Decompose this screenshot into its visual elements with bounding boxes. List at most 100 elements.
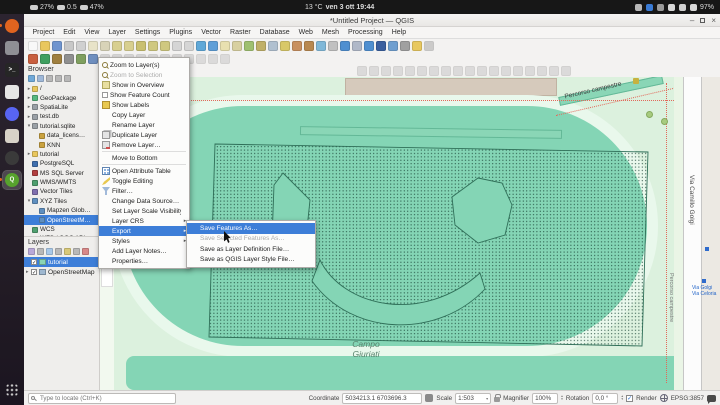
context-menu-item[interactable]: Show in Overview [99, 80, 189, 90]
qgis-icon[interactable]: Q [3, 171, 21, 189]
context-menu-item[interactable]: Change Data Source… [99, 196, 189, 206]
menu-processing[interactable]: Processing [344, 27, 388, 39]
extent-toggle-icon[interactable] [425, 394, 433, 402]
deselect-features-icon[interactable] [232, 41, 242, 51]
magnifier-spinner[interactable]: ▴▾ [561, 395, 563, 402]
measure-angle-icon[interactable] [400, 41, 410, 51]
minimize-icon[interactable]: – [690, 14, 694, 27]
zoom-next-icon[interactable] [184, 41, 194, 51]
pin-labels-icon[interactable] [381, 66, 391, 76]
new-shapefile-layer-icon[interactable] [52, 54, 62, 64]
context-menu-item[interactable]: Export ▸ [99, 226, 189, 236]
label-toolbar-extra-5-icon[interactable] [561, 66, 571, 76]
undo-icon[interactable] [208, 54, 218, 64]
battery-icon[interactable] [690, 4, 697, 11]
pan-to-selection-icon[interactable] [100, 41, 110, 51]
temporal-controller-icon[interactable] [316, 41, 326, 51]
show-apps-icon[interactable] [3, 381, 21, 399]
submenu-item[interactable]: Save as Layer Definition File… [187, 244, 315, 255]
label-toolbar-extra-3-icon[interactable] [537, 66, 547, 76]
browser-tree-item[interactable]: Mapzen Glob… [24, 206, 99, 215]
zoom-out-icon[interactable] [124, 41, 134, 51]
context-menu-item[interactable]: Rename Layer [99, 120, 189, 130]
browser-tree-item[interactable]: data_licens… [24, 131, 99, 140]
context-menu-item[interactable]: Show Labels [99, 100, 189, 110]
layer-diagram-icon[interactable] [369, 66, 379, 76]
attribute-table-icon[interactable] [388, 41, 398, 51]
menu-web[interactable]: Web [294, 27, 317, 39]
menu-mesh[interactable]: Mesh [317, 27, 343, 39]
redo-icon[interactable] [220, 54, 230, 64]
clock-area[interactable]: 13 °C ven 3 ott 19:44 [305, 4, 374, 11]
browser-tree-item[interactable]: KNN [24, 140, 99, 149]
properties-widget-icon[interactable] [55, 75, 62, 82]
battery-indicator-icon[interactable]: 27% [30, 4, 54, 11]
layer-visibility-checkbox[interactable]: ✓ [31, 269, 37, 275]
show-hidden-labels-icon[interactable] [405, 66, 415, 76]
calculator-icon[interactable] [3, 83, 21, 101]
new-bookmark-icon[interactable] [292, 41, 302, 51]
tray-printer-icon[interactable] [635, 4, 642, 11]
info-icon[interactable] [340, 41, 350, 51]
files-icon[interactable] [3, 39, 21, 57]
context-menu-item[interactable]: Set Layer Scale Visibility… [99, 206, 189, 216]
map-tips-icon[interactable] [280, 41, 290, 51]
menu-view[interactable]: View [80, 27, 104, 39]
new-project-icon[interactable] [28, 41, 38, 51]
label-toolbar-extra-2-icon[interactable] [525, 66, 535, 76]
context-menu-item[interactable]: Toggle Editing [99, 176, 189, 186]
context-menu-item[interactable]: Layer CRS ▸ [99, 216, 189, 226]
show-bookmarks-icon[interactable] [304, 41, 314, 51]
submenu-item[interactable]: Save Selected Features As… [187, 234, 315, 245]
terminal-icon[interactable]: >_ [3, 61, 21, 79]
tray-accessibility-icon[interactable] [657, 4, 664, 11]
identify-features-icon[interactable] [208, 41, 218, 51]
render-checkbox[interactable]: ✓ [626, 395, 633, 402]
move-label-icon[interactable] [417, 66, 427, 76]
zoom-last-icon[interactable] [172, 41, 182, 51]
annotation-icon[interactable] [412, 41, 422, 51]
discord-icon[interactable] [3, 105, 21, 123]
add-group-icon[interactable] [37, 248, 44, 255]
volume-icon[interactable] [679, 4, 686, 11]
new-spatialite-layer-icon[interactable] [64, 54, 74, 64]
menu-settings[interactable]: Settings [130, 27, 164, 39]
data-source-manager-icon[interactable] [28, 54, 38, 64]
context-menu-item[interactable]: Add Layer Notes… [99, 246, 189, 256]
open-attribute-table-icon[interactable] [244, 41, 254, 51]
filter-browser-icon[interactable] [37, 75, 44, 82]
browser-tree-item[interactable]: WCS [24, 225, 99, 234]
python-console-icon[interactable] [424, 41, 434, 51]
print-layout-icon[interactable] [64, 41, 74, 51]
browser-tree-item[interactable]: WMS/WMTS [24, 178, 99, 187]
layer-row[interactable]: ✓ tutorial [24, 257, 99, 267]
firefox-icon[interactable] [3, 17, 21, 35]
submenu-item[interactable]: Save Features As… [187, 223, 315, 234]
expression-filter-icon[interactable] [64, 248, 71, 255]
context-menu-item[interactable]: Styles ▸ [99, 236, 189, 246]
browser-tree-item[interactable]: ▸ GeoPackage [24, 93, 99, 102]
maximize-icon[interactable] [700, 18, 705, 23]
browser-tree-item[interactable]: Vector Tiles [24, 187, 99, 196]
context-menu-item[interactable]: Show Feature Count [99, 90, 189, 100]
rotation-spinner[interactable]: ▴▾ [621, 395, 623, 402]
menu-layer[interactable]: Layer [104, 27, 131, 39]
menu-vector[interactable]: Vector [197, 27, 226, 39]
context-menu-item[interactable]: Duplicate Layer [99, 130, 189, 140]
close-icon[interactable]: × [711, 14, 716, 27]
remove-layer-icon[interactable] [82, 248, 89, 255]
label-properties-icon[interactable] [477, 66, 487, 76]
display-indicator-icon[interactable]: 0.5 [57, 4, 77, 11]
magnifier-input[interactable]: 100% [532, 393, 558, 404]
context-menu-item[interactable]: Properties… [99, 256, 189, 266]
menu-edit[interactable]: Edit [59, 27, 80, 39]
menu-help[interactable]: Help [387, 27, 410, 39]
layout-manager-icon[interactable] [76, 41, 86, 51]
network-indicator-icon[interactable]: 47% [80, 4, 104, 11]
menu-project[interactable]: Project [28, 27, 59, 39]
scale-combobox[interactable]: 1:503▾ [455, 393, 491, 404]
context-menu-item[interactable]: Open Attribute Table [99, 166, 189, 176]
layer-labeling-icon[interactable] [357, 66, 367, 76]
lock-scale-icon[interactable] [494, 397, 500, 402]
messages-icon[interactable] [707, 395, 716, 402]
